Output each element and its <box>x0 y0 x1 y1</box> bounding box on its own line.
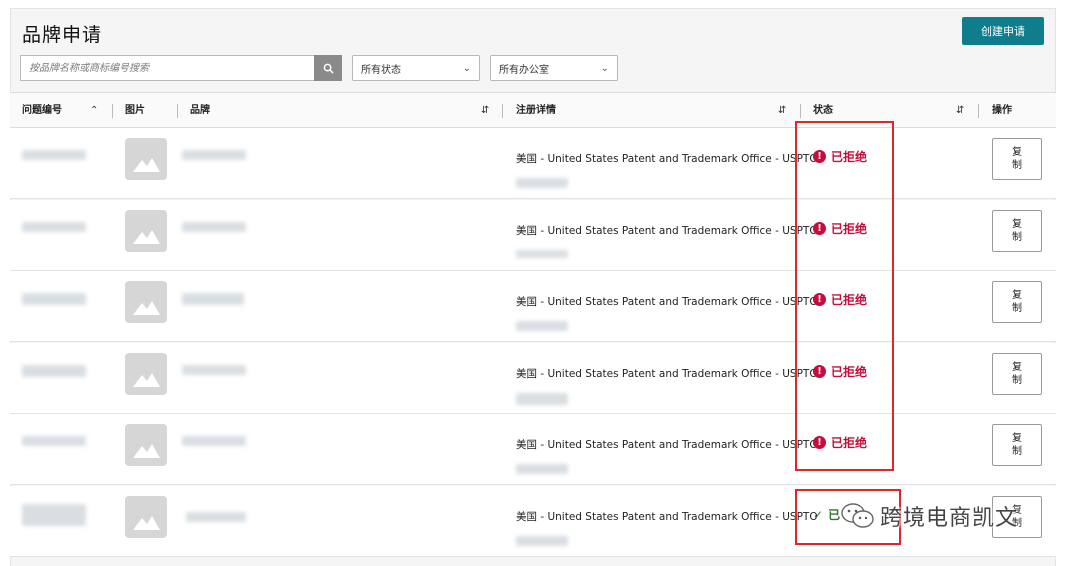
copy-button[interactable]: 复制 <box>992 210 1042 252</box>
brand-name-redacted <box>182 150 246 160</box>
trademark-no-redacted <box>516 250 568 258</box>
header-issue-no[interactable]: 问题编号 <box>22 93 62 129</box>
issue-no-redacted <box>22 150 86 160</box>
header-image: 图片 <box>125 105 145 116</box>
wechat-icon <box>841 503 874 528</box>
sort-icon[interactable]: ⇵ <box>778 93 786 129</box>
image-placeholder-icon <box>133 230 160 244</box>
registration-details: 美国 - United States Patent and Trademark … <box>516 511 818 523</box>
issue-no-redacted <box>22 365 86 377</box>
chevron-down-icon: ⌄ <box>462 62 471 74</box>
trademark-no-redacted <box>516 536 568 546</box>
search-icon <box>323 63 334 74</box>
sort-asc-icon[interactable]: ⌃ <box>90 93 98 129</box>
table-row: 美国 - United States Patent and Trademark … <box>10 343 1056 414</box>
copy-button[interactable]: 复制 <box>992 138 1042 180</box>
table-row: 美国 - United States Patent and Trademark … <box>10 271 1056 342</box>
rejected-status-highlight <box>795 121 894 471</box>
header-divider <box>177 104 178 118</box>
table-header: 问题编号 ⌃ 图片 品牌 ⇵ 注册详情 ⇵ 状态 ⇵ 操作 <box>10 92 1056 128</box>
sort-icon[interactable]: ⇵ <box>956 93 964 129</box>
image-placeholder-icon <box>133 158 160 172</box>
issue-no-redacted <box>22 436 86 446</box>
office-filter-select[interactable]: 所有办公室 ⌄ <box>490 55 618 81</box>
trademark-no-redacted <box>516 178 568 188</box>
brand-image-placeholder <box>125 281 167 323</box>
header-registration[interactable]: 注册详情 <box>516 93 556 129</box>
brand-name-redacted <box>182 365 246 375</box>
status-filter-select[interactable]: 所有状态 ⌄ <box>352 55 480 81</box>
brand-name-redacted <box>182 436 246 446</box>
trademark-no-redacted <box>516 321 568 331</box>
page-title: 品牌申请 <box>22 24 103 46</box>
search-input[interactable] <box>20 55 314 81</box>
brand-name-redacted <box>182 293 244 305</box>
brand-image-placeholder <box>125 424 167 466</box>
issue-no-redacted <box>22 504 86 526</box>
copy-button[interactable]: 复制 <box>992 424 1042 466</box>
image-placeholder-icon <box>133 444 160 458</box>
trademark-no-redacted <box>516 464 568 474</box>
watermark-text: 跨境电商凯文 <box>880 506 1019 531</box>
trademark-no-redacted <box>516 393 568 405</box>
table-row: 美国 - United States Patent and Trademark … <box>10 128 1056 199</box>
image-placeholder-icon <box>133 373 160 387</box>
copy-button[interactable]: 复制 <box>992 281 1042 323</box>
table-row: 美国 - United States Patent and Trademark … <box>10 200 1056 271</box>
status-filter-value: 所有状态 <box>361 64 401 76</box>
sort-icon[interactable]: ⇵ <box>481 93 489 129</box>
header-divider <box>800 104 801 118</box>
issue-no-redacted <box>22 222 86 232</box>
registration-details: 美国 - United States Patent and Trademark … <box>516 439 818 451</box>
registration-details: 美国 - United States Patent and Trademark … <box>516 296 818 308</box>
registration-details: 美国 - United States Patent and Trademark … <box>516 153 818 165</box>
table-row: 美国 - United States Patent and Trademark … <box>10 414 1056 485</box>
search-button[interactable] <box>314 55 342 81</box>
registration-details: 美国 - United States Patent and Trademark … <box>516 368 818 380</box>
copy-button[interactable]: 复制 <box>992 353 1042 395</box>
image-placeholder-icon <box>133 301 160 315</box>
header-brand[interactable]: 品牌 <box>190 93 210 129</box>
brand-image-placeholder <box>125 210 167 252</box>
issue-no-redacted <box>22 293 86 305</box>
header-divider <box>502 104 503 118</box>
watermark: 跨境电商凯文 <box>840 500 1018 532</box>
brand-image-placeholder <box>125 138 167 180</box>
brand-image-placeholder <box>125 496 167 538</box>
image-placeholder-icon <box>133 516 160 530</box>
brand-image-placeholder <box>125 353 167 395</box>
brand-name-redacted <box>186 512 246 522</box>
header-divider <box>978 104 979 118</box>
create-application-button[interactable]: 创建申请 <box>962 17 1044 45</box>
office-filter-value: 所有办公室 <box>499 64 549 76</box>
header-divider <box>112 104 113 118</box>
header-action: 操作 <box>992 105 1012 116</box>
brand-name-redacted <box>182 222 246 232</box>
registration-details: 美国 - United States Patent and Trademark … <box>516 225 818 237</box>
chevron-down-icon: ⌄ <box>600 62 609 74</box>
